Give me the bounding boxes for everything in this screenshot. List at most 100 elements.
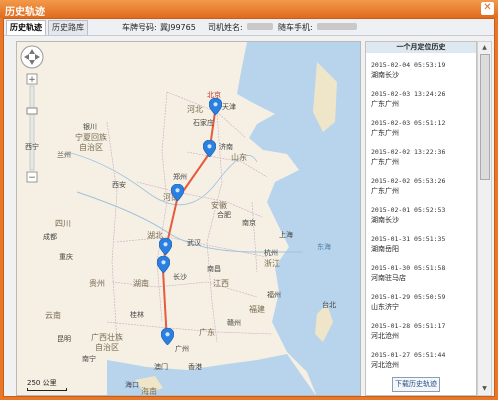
svg-text:−: − (28, 173, 36, 183)
map-marker-icon[interactable] (209, 98, 222, 115)
map-label: 赣州 (227, 319, 241, 327)
record-datetime: 2015-01-31 05:51:35 (371, 235, 446, 243)
phone-value-redacted (317, 22, 357, 31)
record-datetime: 2015-02-03 13:24:26 (371, 90, 446, 98)
map-label: 兰州 (57, 151, 71, 159)
plate-label: 车牌号码: (122, 23, 157, 32)
record-place: 山东济宁 (371, 303, 399, 311)
map-label: 湖南 (133, 279, 149, 288)
map-label: 河北 (187, 105, 203, 114)
tab-bar: 历史轨迹 历史路库 车牌号码: 冀J99765 司机姓名: 随车手机: (4, 19, 494, 36)
window-body: 历史轨迹 历史路库 车牌号码: 冀J99765 司机姓名: 随车手机: + − … (3, 18, 495, 397)
map-label: 合肥 (217, 211, 231, 219)
map-label: 江西 (213, 279, 229, 288)
map-label: 西安 (112, 181, 126, 189)
history-record[interactable]: 2015-02-03 05:51:12 广东广州 (366, 119, 476, 145)
record-datetime: 2015-01-29 05:50:59 (371, 293, 446, 301)
map-label: 台北 (322, 301, 336, 309)
map-label: 福建 (249, 305, 265, 314)
window-title: 历史轨迹 (5, 7, 45, 18)
history-record[interactable]: 2015-02-02 05:53:26 广东广州 (366, 177, 476, 203)
window-titlebar: 历史轨迹 ✕ (0, 0, 498, 18)
map-label: 上海 (279, 231, 293, 239)
map-label: 天津 (222, 103, 236, 111)
history-record[interactable]: 2015-02-04 05:53:19 湖南长沙 (366, 61, 476, 87)
phone-label: 随车手机: (278, 23, 313, 32)
record-place: 广东广州 (371, 187, 399, 195)
record-place: 湖南岳阳 (371, 245, 399, 253)
map-marker-icon[interactable] (161, 328, 174, 345)
map-label: 自治区 (79, 143, 103, 152)
scroll-thumb[interactable] (480, 54, 490, 180)
history-record[interactable]: 2015-01-31 05:51:35 湖南岳阳 (366, 235, 476, 261)
map-label: 银川 (83, 123, 97, 131)
map-label: 桂林 (130, 311, 144, 319)
record-place: 广东广州 (371, 100, 399, 108)
map-view[interactable]: + − 北京 天津 河北 石家庄 济南 山东 宁夏回族 自治区 银川 兰州 西宁… (16, 41, 361, 396)
map-label: 云南 (45, 311, 61, 320)
map-label: 山东 (231, 153, 247, 162)
history-record[interactable]: 2015-02-02 13:22:36 广东广州 (366, 148, 476, 174)
map-label: 广东 (199, 328, 215, 337)
history-record[interactable]: 2015-01-28 05:51:17 河北沧州 (366, 322, 476, 348)
map-label: 昆明 (57, 335, 71, 343)
map-scale-bar: 250 公里 (27, 378, 67, 391)
record-datetime: 2015-02-01 05:52:53 (371, 206, 446, 214)
record-place: 湖南长沙 (371, 216, 399, 224)
map-marker-icon[interactable] (157, 256, 170, 273)
map-label: 成都 (43, 233, 57, 241)
map-label: 四川 (55, 219, 71, 228)
tab-history-track[interactable]: 历史轨迹 (6, 20, 46, 35)
map-zoom-control[interactable]: + − (17, 42, 47, 192)
plate-value: 冀J99765 (160, 23, 196, 32)
map-label: 广州 (175, 345, 189, 353)
map-label: 香港 (188, 363, 202, 371)
close-icon[interactable]: ✕ (481, 2, 494, 15)
map-label: 西宁 (25, 143, 39, 151)
history-record[interactable]: 2015-01-27 05:51:44 河北沧州 (366, 351, 476, 377)
map-scale-label: 250 公里 (27, 379, 57, 387)
map-label: 南宁 (82, 355, 96, 363)
record-datetime: 2015-02-02 05:53:26 (371, 177, 446, 185)
record-datetime: 2015-01-27 05:51:44 (371, 351, 446, 359)
map-label: 南京 (242, 219, 256, 227)
tab-history-route[interactable]: 历史路库 (48, 20, 88, 35)
record-place: 河南驻马店 (371, 274, 406, 282)
map-marker-icon[interactable] (171, 184, 184, 201)
driver-value-redacted (247, 22, 273, 31)
history-record[interactable]: 2015-02-01 05:52:53 湖南长沙 (366, 206, 476, 232)
map-label: 安徽 (211, 201, 227, 210)
record-place: 河北沧州 (371, 361, 399, 369)
history-record[interactable]: 2015-01-30 05:51:58 河南驻马店 (366, 264, 476, 290)
download-history-button[interactable]: 下载历史轨迹 (392, 377, 440, 392)
scroll-up-icon[interactable]: ▲ (479, 43, 490, 53)
map-label: 福州 (267, 291, 281, 299)
record-datetime: 2015-02-03 05:51:12 (371, 119, 446, 127)
history-panel: 一个月定位历史 2015-02-04 05:53:19 湖南长沙 2015-02… (365, 41, 477, 396)
record-datetime: 2015-02-02 13:22:36 (371, 148, 446, 156)
map-label: 海南 (141, 387, 157, 396)
history-header: 一个月定位历史 (366, 42, 476, 53)
map-label: 杭州 (264, 249, 278, 257)
history-record[interactable]: 2015-02-03 13:24:26 广东广州 (366, 90, 476, 116)
map-label: 贵州 (89, 279, 105, 288)
map-label: 石家庄 (193, 119, 214, 127)
history-record[interactable]: 2015-01-29 05:50:59 山东济宁 (366, 293, 476, 319)
scroll-down-icon[interactable]: ▼ (479, 384, 490, 394)
map-label: 郑州 (173, 173, 187, 181)
map-label: 澳门 (154, 363, 168, 371)
map-marker-icon[interactable] (159, 238, 172, 255)
svg-text:+: + (28, 75, 36, 85)
map-label: 南昌 (207, 265, 221, 273)
map-marker-icon[interactable] (203, 140, 216, 157)
record-place: 河北沧州 (371, 332, 399, 340)
map-label: 浙江 (264, 259, 280, 268)
record-datetime: 2015-01-30 05:51:58 (371, 264, 446, 272)
history-scrollbar[interactable]: ▲ ▼ (477, 41, 492, 396)
map-label: 武汉 (187, 239, 201, 247)
record-place: 广东广州 (371, 129, 399, 137)
record-datetime: 2015-02-04 05:53:19 (371, 61, 446, 69)
map-label: 长沙 (173, 273, 187, 281)
record-place: 广东广州 (371, 158, 399, 166)
record-datetime: 2015-01-28 05:51:17 (371, 322, 446, 330)
